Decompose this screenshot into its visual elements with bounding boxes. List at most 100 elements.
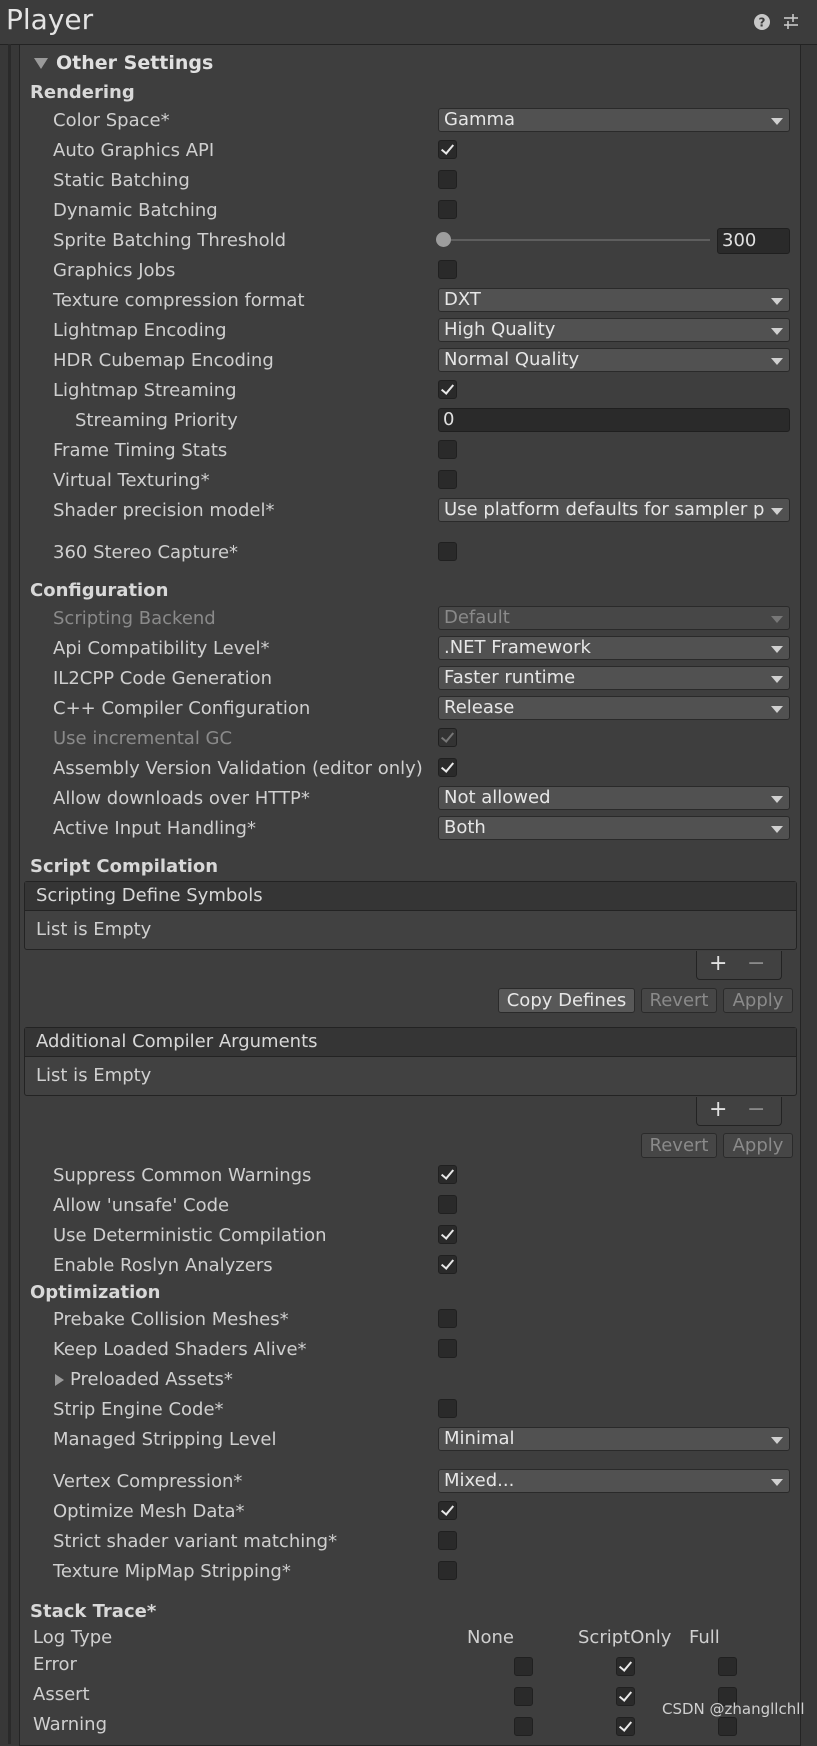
stack-trace-none-checkbox[interactable]: [514, 1687, 533, 1706]
label-managed-stripping: Managed Stripping Level: [53, 1429, 277, 1450]
define-symbols-add-remove: + −: [696, 951, 782, 980]
compiler-args-add-button[interactable]: +: [709, 1097, 727, 1122]
define-symbols-add-button[interactable]: +: [709, 951, 727, 976]
compiler-args-empty: List is Empty: [36, 1065, 152, 1086]
row-managed-stripping: Managed Stripping Level Minimal: [0, 1426, 817, 1454]
lightmap-streaming-checkbox[interactable]: [438, 380, 457, 399]
row-prebake: Prebake Collision Meshes*: [0, 1306, 817, 1334]
http-downloads-dropdown[interactable]: Not allowed: [438, 786, 790, 810]
compiler-args-add-remove: + −: [696, 1097, 782, 1126]
define-revert-button: Revert: [641, 988, 717, 1013]
label-optimize-mesh: Optimize Mesh Data*: [53, 1501, 245, 1522]
preloaded-assets-foldout[interactable]: Preloaded Assets*: [55, 1369, 233, 1390]
keep-shaders-checkbox[interactable]: [438, 1339, 457, 1358]
stereo-capture-checkbox[interactable]: [438, 542, 457, 561]
roslyn-checkbox[interactable]: [438, 1255, 457, 1274]
section-configuration: Configuration: [30, 580, 169, 601]
sprite-batching-value-field[interactable]: 300: [717, 228, 790, 254]
graphics-jobs-checkbox[interactable]: [438, 260, 457, 279]
virtual-texturing-checkbox[interactable]: [438, 470, 457, 489]
label-http-downloads: Allow downloads over HTTP*: [53, 788, 310, 809]
dropdown-caret-icon: [771, 646, 783, 653]
input-handling-dropdown[interactable]: Both: [438, 816, 790, 840]
strict-shader-checkbox[interactable]: [438, 1531, 457, 1550]
stack-trace-script-only-checkbox[interactable]: [616, 1687, 635, 1706]
texture-compression-dropdown[interactable]: DXT: [438, 288, 790, 312]
dropdown-caret-icon: [771, 118, 783, 125]
dropdown-caret-icon: [771, 796, 783, 803]
row-streaming-priority: Streaming Priority 0: [0, 407, 817, 435]
lightmap-encoding-dropdown[interactable]: High Quality: [438, 318, 790, 342]
label-roslyn: Enable Roslyn Analyzers: [53, 1255, 273, 1276]
help-icon[interactable]: ?: [753, 13, 771, 31]
label-strip-engine: Strip Engine Code*: [53, 1399, 224, 1420]
stack-trace-full-checkbox[interactable]: [718, 1657, 737, 1676]
managed-stripping-dropdown[interactable]: Minimal: [438, 1427, 790, 1451]
il2cpp-codegen-dropdown[interactable]: Faster runtime: [438, 666, 790, 690]
stack-trace-none-checkbox[interactable]: [514, 1657, 533, 1676]
row-keep-shaders: Keep Loaded Shaders Alive*: [0, 1336, 817, 1364]
hdr-cubemap-dropdown[interactable]: Normal Quality: [438, 348, 790, 372]
section-stack-trace: Stack Trace*: [30, 1601, 157, 1622]
label-api-compat: Api Compatibility Level*: [53, 638, 270, 659]
label-deterministic: Use Deterministic Compilation: [53, 1225, 327, 1246]
dropdown-caret-icon: [771, 1437, 783, 1444]
row-mipmap-stripping: Texture MipMap Stripping*: [0, 1558, 817, 1586]
suppress-warnings-checkbox[interactable]: [438, 1165, 457, 1184]
row-strict-shader: Strict shader variant matching*: [0, 1528, 817, 1556]
compiler-args-remove-button: −: [747, 1097, 766, 1122]
section-script-compilation: Script Compilation: [30, 856, 219, 877]
strip-engine-checkbox[interactable]: [438, 1399, 457, 1418]
dropdown-caret-icon: [771, 328, 783, 335]
shader-precision-dropdown[interactable]: Use platform defaults for sampler precis…: [438, 498, 790, 522]
label-vertex-compression: Vertex Compression*: [53, 1471, 243, 1492]
stack-trace-script-only-checkbox[interactable]: [616, 1657, 635, 1676]
row-vertex-compression: Vertex Compression* Mixed...: [0, 1468, 817, 1496]
stack-trace-none-checkbox[interactable]: [514, 1717, 533, 1736]
args-revert-button: Revert: [641, 1133, 717, 1158]
color-space-dropdown[interactable]: Gamma: [438, 108, 790, 132]
other-settings-foldout[interactable]: Other Settings: [34, 52, 213, 74]
row-preloaded-assets[interactable]: Preloaded Assets*: [0, 1366, 817, 1394]
window-title: Player: [6, 3, 94, 36]
prebake-checkbox[interactable]: [438, 1309, 457, 1328]
vertex-compression-dropdown[interactable]: Mixed...: [438, 1469, 790, 1493]
watermark: CSDN @zhangllchll: [662, 1700, 805, 1718]
row-scripting-backend: Scripting Backend Default: [0, 605, 817, 633]
cpp-compiler-dropdown[interactable]: Release: [438, 696, 790, 720]
define-symbols-remove-button: −: [747, 951, 766, 976]
compiler-args-list: Additional Compiler Arguments List is Em…: [24, 1027, 797, 1096]
dropdown-caret-icon: [771, 616, 783, 623]
dropdown-caret-icon: [771, 508, 783, 515]
label-il2cpp-codegen: IL2CPP Code Generation: [53, 668, 273, 689]
sprite-batching-slider-track[interactable]: [444, 239, 710, 241]
streaming-priority-field[interactable]: 0: [438, 408, 790, 432]
row-input-handling: Active Input Handling* Both: [0, 815, 817, 843]
row-incremental-gc: Use incremental GC: [0, 725, 817, 753]
unsafe-code-checkbox[interactable]: [438, 1195, 457, 1214]
optimize-mesh-checkbox[interactable]: [438, 1501, 457, 1520]
label-graphics-jobs: Graphics Jobs: [53, 260, 176, 281]
static-batching-checkbox[interactable]: [438, 170, 457, 189]
sprite-batching-slider-thumb[interactable]: [436, 232, 451, 247]
row-graphics-jobs: Graphics Jobs: [0, 257, 817, 285]
label-unsafe-code: Allow 'unsafe' Code: [53, 1195, 230, 1216]
auto-graphics-api-checkbox[interactable]: [438, 140, 457, 159]
scripting-backend-dropdown: Default: [438, 606, 790, 630]
label-lightmap-encoding: Lightmap Encoding: [53, 320, 227, 341]
stack-trace-full-checkbox[interactable]: [718, 1717, 737, 1736]
row-stereo-capture: 360 Stereo Capture*: [0, 539, 817, 567]
row-optimize-mesh: Optimize Mesh Data*: [0, 1498, 817, 1526]
label-sprite-batching: Sprite Batching Threshold: [53, 230, 287, 251]
assembly-validation-checkbox[interactable]: [438, 758, 457, 777]
col-script-only: ScriptOnly: [578, 1627, 672, 1648]
api-compat-dropdown[interactable]: .NET Framework: [438, 636, 790, 660]
mipmap-stripping-checkbox[interactable]: [438, 1561, 457, 1580]
copy-defines-button[interactable]: Copy Defines: [498, 988, 635, 1013]
deterministic-checkbox[interactable]: [438, 1225, 457, 1244]
stack-trace-script-only-checkbox[interactable]: [616, 1717, 635, 1736]
dropdown-caret-icon: [771, 706, 783, 713]
dynamic-batching-checkbox[interactable]: [438, 200, 457, 219]
frame-timing-checkbox[interactable]: [438, 440, 457, 459]
presets-icon[interactable]: [782, 13, 800, 31]
